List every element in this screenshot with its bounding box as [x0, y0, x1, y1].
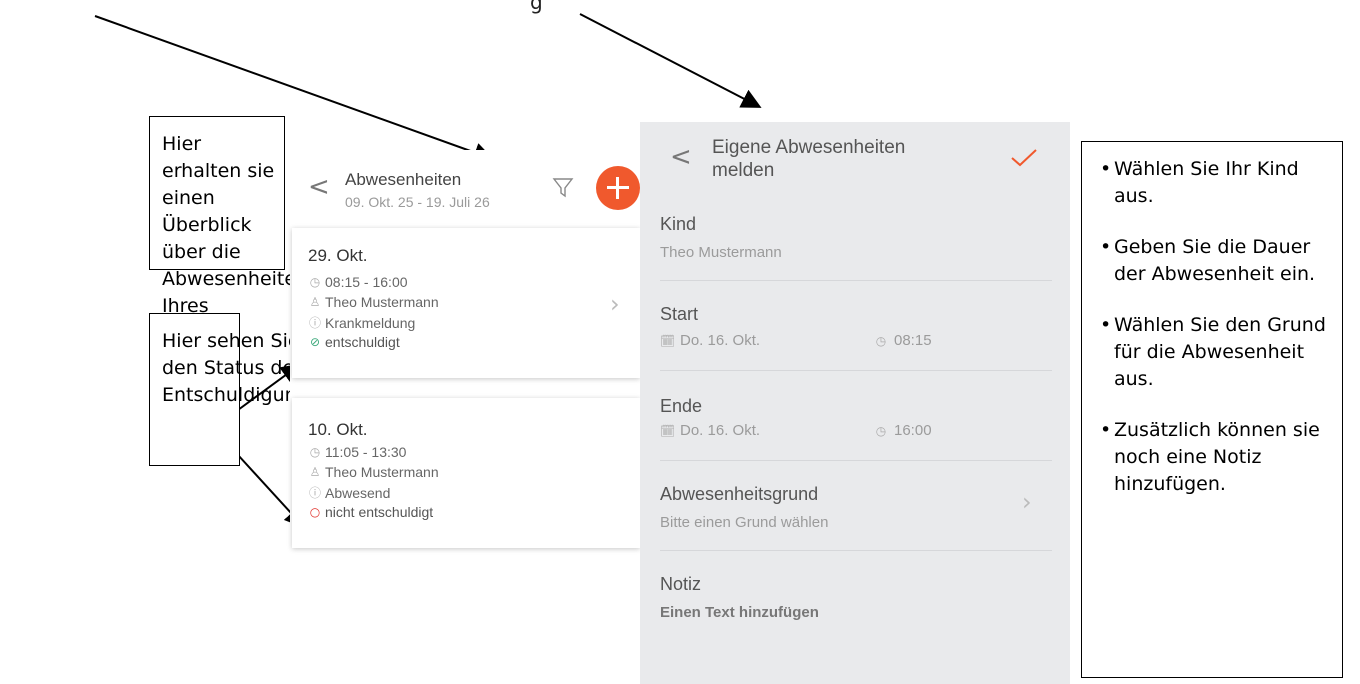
arrow-to-report — [579, 13, 762, 108]
clock-icon: ◷ — [309, 445, 321, 459]
report-absence-screen: < Eigene Abwesenheiten melden Kind Theo … — [640, 122, 1070, 684]
end-label: Ende — [660, 396, 703, 416]
date-range: 09. Okt. 25 - 19. Juli 26 — [345, 194, 490, 210]
step-bullet: Wählen Sie den Grund für die Abwesenheit… — [1100, 312, 1332, 393]
clock-icon: ◷ — [875, 423, 887, 438]
absence-reason: Abwesend — [325, 484, 391, 501]
absence-date: 10. Okt. — [308, 420, 368, 439]
status-badge: nicht entschuldigt — [325, 504, 434, 520]
status-row: ⊘ entschuldigt — [308, 334, 400, 350]
chevron-right-icon: › — [1022, 488, 1032, 516]
status-badge: entschuldigt — [325, 334, 400, 350]
person-icon: ♙ — [309, 465, 321, 479]
chevron-right-icon: › — [610, 290, 620, 318]
back-button[interactable]: < — [308, 172, 330, 202]
info-icon: ⓘ — [308, 316, 321, 330]
absence-card[interactable]: 29. Okt. ◷ 08:15 - 16:00 ♙ Theo Mustermann… — [292, 228, 640, 378]
reason-row: ⓘ Abwesend — [308, 484, 390, 501]
title-line-1: Eigene Abwesenheiten — [712, 137, 906, 158]
child-row: ♙ Theo Mustermann — [308, 294, 439, 310]
confirm-button[interactable] — [1010, 148, 1038, 173]
start-date-field[interactable]: 🗓 Do. 16. Okt. — [660, 332, 760, 349]
person-icon: ♙ — [309, 295, 321, 309]
start-label: Start — [660, 304, 699, 324]
note-input[interactable]: Einen Text hinzufügen — [660, 604, 819, 621]
page-title: Eigene Abwesenheiten melden — [712, 136, 905, 182]
child-label: Kind — [660, 214, 697, 234]
page-title: Abwesenheiten — [345, 170, 462, 189]
absence-child: Theo Mustermann — [325, 294, 439, 310]
checkmark-icon — [1011, 149, 1037, 167]
info-icon: ⓘ — [308, 486, 321, 500]
time-row: ◷ 11:05 - 13:30 — [308, 444, 407, 460]
absence-child: Theo Mustermann — [325, 464, 439, 480]
time-row: ◷ 08:15 - 16:00 — [308, 274, 408, 290]
back-button[interactable]: < — [670, 142, 692, 172]
end-time-field[interactable]: ◷ 16:00 — [874, 422, 932, 439]
child-select[interactable]: Theo Mustermann — [660, 244, 782, 261]
reason-row: ⓘ Krankmeldung — [308, 314, 415, 331]
callout-steps: Wählen Sie Ihr Kind aus. Geben Sie die D… — [1081, 141, 1343, 678]
absences-screen: < Abwesenheiten 09. Okt. 25 - 19. Juli 2… — [290, 150, 640, 570]
reason-label: Abwesenheitsgrund — [660, 484, 819, 504]
absence-time: 11:05 - 13:30 — [325, 444, 407, 460]
end-date-field[interactable]: 🗓 Do. 16. Okt. — [660, 422, 760, 439]
title-line-2: melden — [712, 160, 775, 181]
calendar-icon: 🗓 — [660, 423, 676, 438]
add-absence-button[interactable] — [596, 166, 640, 210]
absence-time: 08:15 - 16:00 — [325, 274, 408, 290]
callout-status: Hier sehen Sie den Status der Entschuldi… — [149, 313, 315, 466]
filter-icon[interactable] — [552, 176, 574, 203]
clock-icon: ◷ — [875, 333, 887, 348]
check-circle-icon: ⊘ — [309, 335, 321, 349]
step-bullet: Zusätzlich können sie noch eine Notiz hi… — [1100, 417, 1332, 498]
note-label: Notiz — [660, 574, 702, 594]
reason-select[interactable]: Bitte einen Grund wählen — [660, 514, 828, 531]
step-bullet: Geben Sie die Dauer der Abwesenheit ein. — [1100, 234, 1332, 288]
step-bullet: Wählen Sie Ihr Kind aus. — [1100, 156, 1332, 210]
clock-icon: ◷ — [309, 275, 321, 289]
child-row: ♙ Theo Mustermann — [308, 464, 439, 480]
circle-icon: ○ — [309, 505, 321, 519]
absence-date: 29. Okt. — [308, 246, 368, 265]
status-row: ○ nicht entschuldigt — [308, 504, 433, 520]
start-time-field[interactable]: ◷ 08:15 — [874, 332, 932, 349]
absence-card[interactable]: 10. Okt. ◷ 11:05 - 13:30 ♙ Theo Mustermann… — [292, 398, 640, 548]
callout-overview: Hier erhalten sie einen Überblick über d… — [149, 116, 308, 344]
absence-reason: Krankmeldung — [325, 314, 416, 331]
calendar-icon: 🗓 — [660, 333, 676, 348]
